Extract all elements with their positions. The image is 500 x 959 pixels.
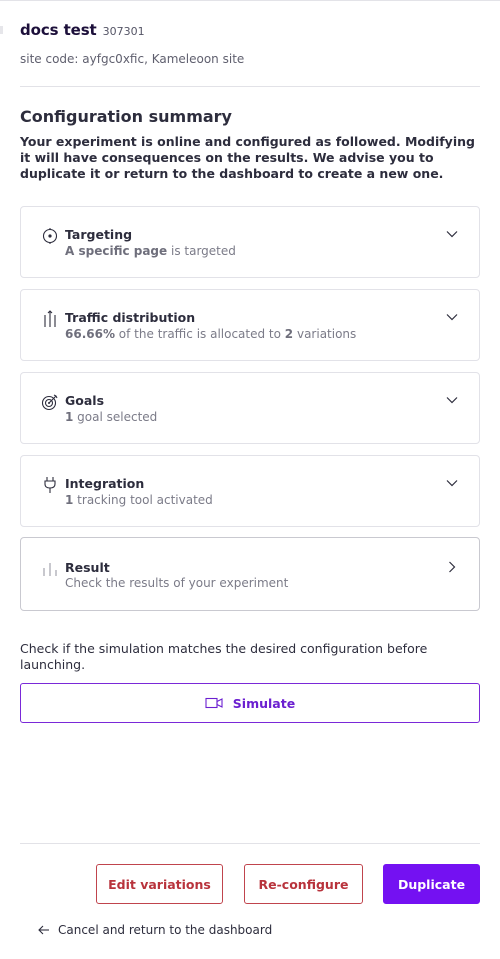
arrow-left-icon — [38, 925, 49, 935]
bar-chart-icon — [43, 563, 57, 576]
card-title: Result — [65, 560, 110, 575]
chevron-down-icon[interactable] — [445, 393, 459, 407]
card-subtitle: Check the results of your experiment — [65, 576, 289, 590]
site-code: site code: ayfgc0xfic, Kameleoon site — [20, 52, 245, 66]
card-subtitle: A specific page is targeted — [65, 244, 236, 258]
simulation-note: Check if the simulation matches the desi… — [20, 641, 428, 672]
card-subtitle: 1 tracking tool activated — [65, 493, 213, 507]
card-title: Integration — [65, 476, 145, 491]
reconfigure-button[interactable]: Re-configure — [244, 864, 363, 904]
card-title: Traffic distribution — [65, 310, 196, 325]
chevron-down-icon[interactable] — [445, 227, 459, 241]
card-subtitle: 1 goal selected — [65, 410, 158, 424]
result-card[interactable]: Result Check the results of your experim… — [20, 537, 480, 611]
traffic-distribution-card[interactable]: Traffic distribution 66.66% of the traff… — [20, 289, 480, 361]
section-title: Configuration summary — [20, 107, 232, 126]
plug-icon — [44, 477, 56, 493]
chevron-down-icon[interactable] — [445, 476, 459, 490]
edit-variations-button[interactable]: Edit variations — [96, 864, 223, 904]
cancel-label: Cancel and return to the dashboard — [58, 923, 273, 937]
goals-card[interactable]: Goals 1 goal selected — [20, 372, 480, 444]
integration-card[interactable]: Integration 1 tracking tool activated — [20, 455, 480, 527]
cancel-return-link[interactable]: Cancel and return to the dashboard — [38, 923, 272, 937]
card-subtitle: 66.66% of the traffic is allocated to 2 … — [65, 327, 357, 341]
header-divider — [20, 86, 480, 87]
experiment-header: docs test 307301 — [20, 21, 480, 39]
intro-text: Your experiment is online and configured… — [20, 134, 475, 181]
target-page-icon — [42, 228, 58, 244]
card-title: Goals — [65, 393, 105, 408]
goal-target-icon — [41, 394, 58, 411]
experiment-id: 307301 — [102, 25, 145, 38]
simulate-label: Simulate — [232, 695, 296, 711]
traffic-split-icon — [44, 310, 56, 327]
card-title: Targeting — [65, 227, 133, 242]
video-camera-icon — [205, 697, 223, 709]
footer-divider — [20, 843, 480, 844]
top-border — [0, 0, 500, 1]
side-tab — [0, 26, 3, 34]
experiment-title: docs test — [20, 21, 97, 39]
simulate-button[interactable]: Simulate — [20, 683, 480, 723]
targeting-card[interactable]: Targeting A specific page is targeted — [20, 206, 480, 278]
chevron-right-icon[interactable] — [445, 560, 459, 574]
duplicate-button[interactable]: Duplicate — [383, 864, 480, 904]
chevron-down-icon[interactable] — [445, 310, 459, 324]
